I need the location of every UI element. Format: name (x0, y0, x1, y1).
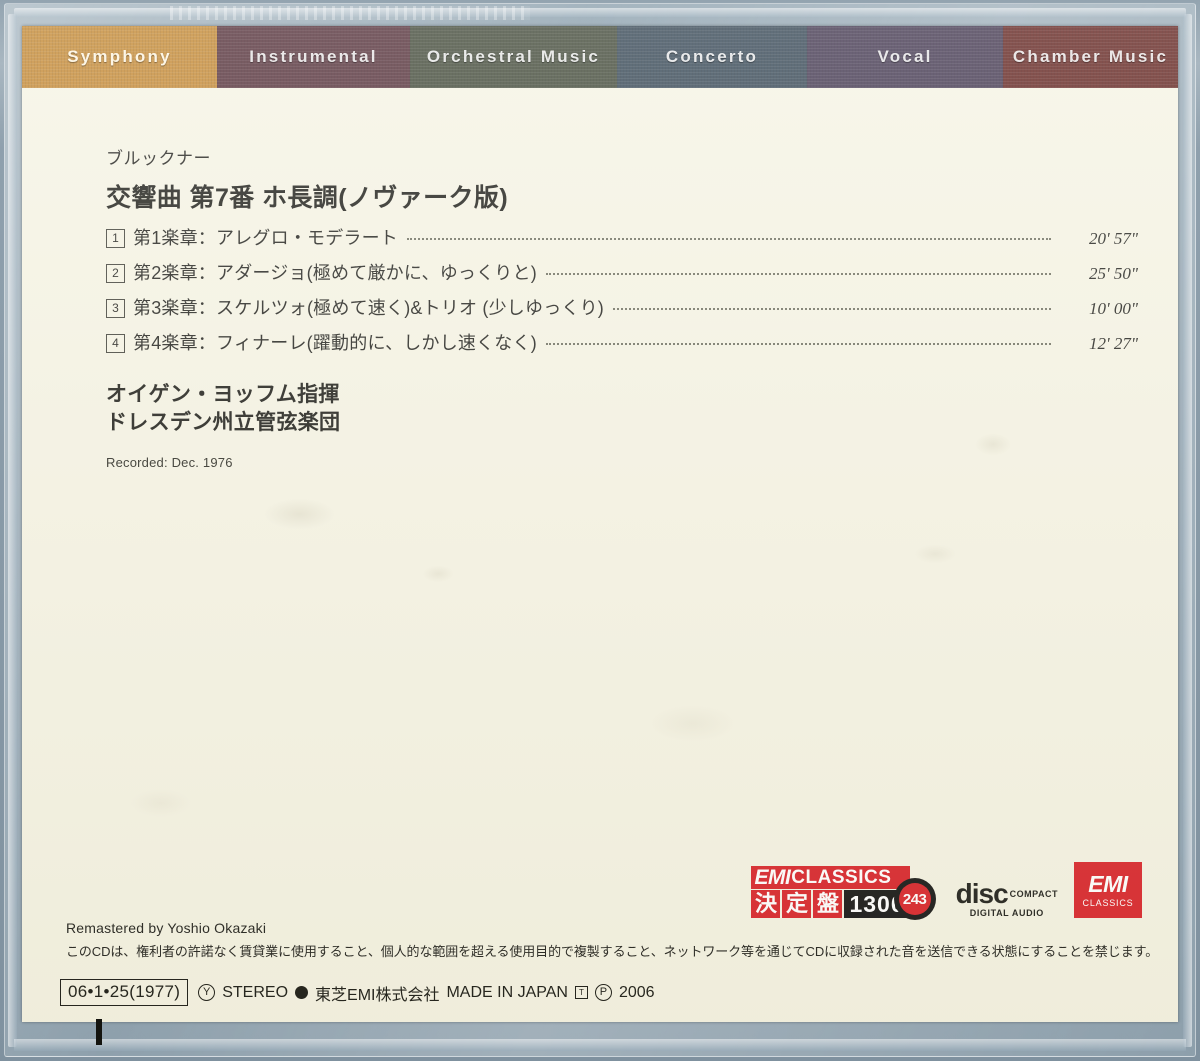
trademark-icon: T (574, 986, 588, 999)
disc-wordmark: disc (955, 878, 1009, 910)
catalog-number: 06•1•25(1977) (60, 979, 189, 1006)
release-content: ブルックナー 交響曲 第7番 ホ長調(ノヴァーク版) 1 第1楽章：アレグロ・モデ… (106, 144, 1138, 470)
case-rail-bottom (14, 1039, 1186, 1051)
registration-tick-mark (96, 1019, 102, 1045)
genre-tab-label: Orchestral Music (426, 47, 601, 66)
classics-wordmark: CLASSICS (791, 867, 892, 888)
genre-category-bar: Symphony Instrumental Orchestral Music Conc… (22, 26, 1178, 88)
rights-mark-icon: Y (198, 984, 216, 1001)
track-duration: 10' 00" (1088, 299, 1138, 318)
case-rail-right (1183, 14, 1192, 1047)
track-title: 第3楽章：スケルツォ(極めて速く)&トリオ (少しゆっくり) (133, 298, 604, 318)
track-title: 第2楽章：アダージョ(極めて厳かに、ゆっくりと) (133, 263, 537, 283)
track-number: 3 (106, 299, 125, 318)
dot-leader (613, 308, 1051, 310)
filled-circle-icon (295, 986, 309, 999)
series-number-badge: 243 (893, 878, 936, 920)
kettei-price-row: 決 定 盤 1300 (751, 890, 910, 918)
genre-tab-label: Vocal (877, 47, 933, 66)
dot-leader (407, 238, 1051, 240)
imprint-row: 06•1•25(1977) Y STEREO 東芝EMI株式会社 MADE IN… (60, 979, 655, 1006)
country-of-origin: MADE IN JAPAN (446, 983, 568, 1001)
track-number: 2 (106, 264, 125, 283)
remastering-credit: Remastered by Yoshio Okazaki (66, 920, 267, 936)
imprint-details: Y STEREO 東芝EMI株式会社 MADE IN JAPAN T P 200… (198, 981, 655, 1005)
stereo-label: STEREO (222, 983, 289, 1001)
phonogram-year: 2006 (618, 983, 655, 1001)
orchestra-name: ドレスデン州立管弦楽団 (106, 411, 341, 435)
track-row: 4 第4楽章：フィナーレ(躍動的に、しかし速くなく) 12' 27" (106, 329, 1138, 355)
compact-disc-digital-audio-logo: disc COMPACT DIGITAL AUDIO (955, 878, 1058, 918)
legal-notice: このCDは、権利者の許諾なく賃貸業に使用すること、個人的な範囲を超える使用目的で… (66, 944, 1159, 959)
emi-box-wordmark: EMI (1088, 870, 1128, 897)
cdda-disc-row: disc COMPACT (955, 878, 1058, 910)
digital-audio-wordmark: DIGITAL AUDIO (969, 908, 1044, 918)
series-number-value: 243 (898, 883, 931, 915)
track-list: 1 第1楽章：アレグロ・モデラート 20' 57" 2 第2楽章：アダージョ(極めて厳か… (106, 224, 1138, 355)
logo-strip: EMI CLASSICS 決 定 盤 1300 243 disc COMPACT (751, 862, 1142, 920)
case-hinge-teeth (170, 6, 530, 20)
genre-tab-label: Chamber Music (1012, 47, 1169, 66)
track-duration: 12' 27" (1088, 334, 1138, 353)
compact-wordmark: COMPACT (1009, 889, 1058, 900)
genre-tab-symphony[interactable]: Symphony (22, 26, 217, 88)
composer-name: ブルックナー (106, 149, 211, 168)
track-duration: 20' 57" (1088, 229, 1138, 248)
label-company: 東芝EMI株式会社 (315, 986, 440, 1004)
genre-tab-instrumental[interactable]: Instrumental (217, 26, 410, 88)
kettei-emi-classics-wordmark: EMI CLASSICS (751, 866, 910, 889)
track-row: 1 第1楽章：アレグロ・モデラート 20' 57" (106, 224, 1138, 250)
genre-tab-vocal[interactable]: Vocal (807, 26, 1003, 88)
kettei-ban-1300-logo: EMI CLASSICS 決 定 盤 1300 243 (751, 866, 936, 920)
phonogram-copyright: P 2006 (594, 983, 655, 1002)
track-duration: 25' 50" (1088, 264, 1138, 283)
conductor-name: オイゲン・ヨッフム指揮 (106, 383, 340, 406)
kanji-ketsu: 決 (751, 890, 781, 918)
track-number: 1 (106, 229, 125, 248)
emi-classics-logo-box: EMI CLASSICS (1074, 862, 1142, 918)
track-title: 第1楽章：アレグロ・モデラート (133, 228, 399, 248)
dot-leader (545, 343, 1051, 345)
jewel-case: Symphony Instrumental Orchestral Music Conc… (0, 0, 1200, 1061)
genre-tab-orchestral-music[interactable]: Orchestral Music (410, 26, 617, 88)
emi-wordmark: EMI (754, 866, 791, 889)
genre-tab-chamber-music[interactable]: Chamber Music (1003, 26, 1178, 88)
case-rail-left (8, 14, 17, 1047)
genre-tab-label: Symphony (67, 47, 172, 66)
emi-box-classics-text: CLASSICS (1082, 897, 1134, 908)
genre-tab-label: Concerto (665, 47, 759, 66)
kanji-ban: 盤 (813, 890, 843, 918)
cd-back-inlay: Symphony Instrumental Orchestral Music Conc… (22, 26, 1178, 1022)
performer-credits: オイゲン・ヨッフム指揮 ドレスデン州立管弦楽団 (106, 381, 1138, 438)
recording-date: Recorded: Dec. 1976 (106, 454, 233, 470)
work-title: 交響曲 第7番 ホ長調(ノヴァーク版) (106, 184, 509, 212)
genre-tab-concerto[interactable]: Concerto (617, 26, 807, 88)
phonogram-icon: P (594, 984, 612, 1001)
track-title: 第4楽章：フィナーレ(躍動的に、しかし速くなく) (133, 333, 537, 353)
track-number: 4 (106, 334, 125, 353)
track-row: 3 第3楽章：スケルツォ(極めて速く)&トリオ (少しゆっくり) 10' 00" (106, 294, 1138, 320)
kanji-tei: 定 (782, 890, 812, 918)
dot-leader (545, 273, 1051, 275)
genre-tab-label: Instrumental (249, 47, 378, 66)
track-row: 2 第2楽章：アダージョ(極めて厳かに、ゆっくりと) 25' 50" (106, 259, 1138, 285)
